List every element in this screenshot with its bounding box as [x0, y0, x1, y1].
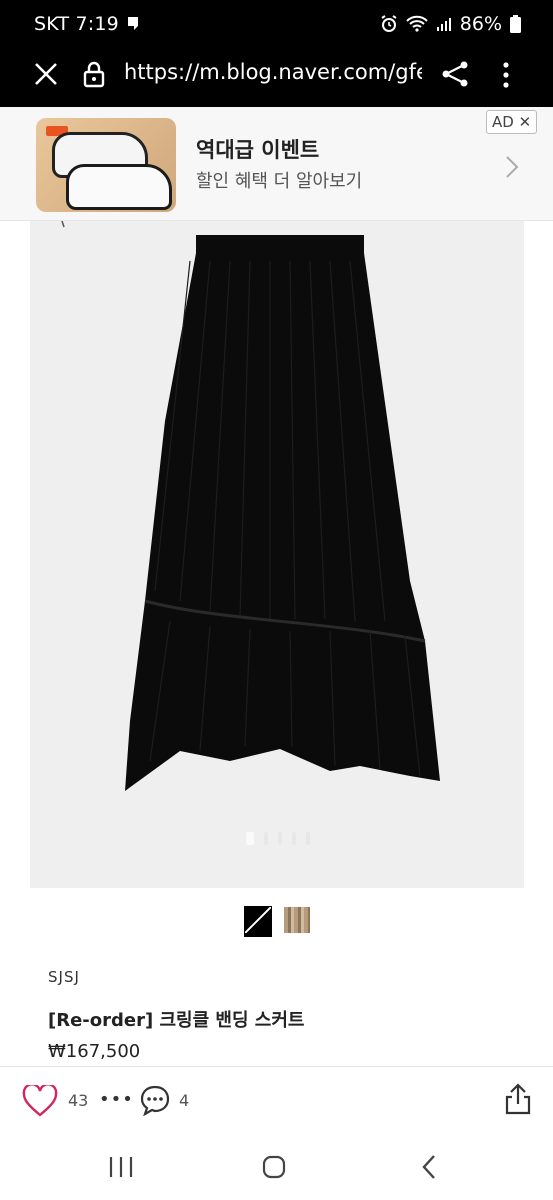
url-field[interactable]: https://m.blog.naver.com/gfe — [124, 60, 422, 84]
carousel-dot — [278, 832, 282, 845]
skirt-image — [61, 221, 440, 791]
notification-icon — [127, 17, 138, 30]
color-swatches — [244, 906, 310, 937]
carousel-dot — [292, 832, 296, 845]
lock-icon[interactable] — [82, 60, 106, 88]
ad-thumbnail — [36, 118, 176, 212]
carousel-dot — [306, 832, 310, 845]
system-nav-bar — [0, 1130, 553, 1200]
carrier-time: SKT 7:19 — [34, 13, 119, 35]
ad-badge-label: AD — [492, 113, 514, 131]
like-count: 43 — [68, 1091, 89, 1110]
carousel-dot — [246, 832, 254, 845]
close-icon[interactable] — [32, 60, 60, 88]
swatch-beige[interactable] — [284, 907, 310, 933]
carousel-dot — [264, 832, 268, 845]
ad-title: 역대급 이벤트 — [196, 138, 320, 162]
more-options-icon[interactable] — [496, 60, 516, 90]
status-bar: SKT 7:19 86% — [0, 0, 553, 48]
heart-icon[interactable] — [22, 1085, 58, 1117]
home-icon[interactable] — [262, 1155, 286, 1179]
product-price: ₩167,500 — [48, 1041, 141, 1062]
status-right: 86% — [380, 13, 521, 35]
status-left: SKT 7:19 — [34, 13, 139, 35]
sneaker-image — [66, 164, 172, 210]
swatch-black[interactable] — [244, 906, 272, 937]
ad-subtitle: 할인 혜택 더 알아보기 — [196, 171, 363, 192]
alarm-icon — [381, 15, 397, 32]
recent-apps-icon[interactable] — [108, 1156, 134, 1178]
browser-toolbar: https://m.blog.naver.com/gfe — [0, 48, 553, 107]
wifi-icon — [406, 15, 428, 32]
chevron-right-icon[interactable] — [503, 153, 521, 181]
carousel-indicator — [246, 832, 310, 845]
signal-icon — [436, 18, 451, 31]
back-icon[interactable] — [420, 1154, 438, 1180]
ad-badge[interactable]: AD ✕ — [486, 110, 538, 134]
ad-close-icon[interactable]: ✕ — [519, 113, 532, 131]
product-image-carousel[interactable] — [30, 221, 524, 888]
product-name[interactable]: [Re-order] 크링클 밴딩 스커트 — [48, 1006, 304, 1032]
comment-icon[interactable] — [139, 1084, 171, 1116]
share-upload-icon[interactable] — [504, 1082, 532, 1116]
battery-icon — [510, 15, 521, 33]
product-brand[interactable]: SJSJ — [48, 968, 80, 986]
ad-banner[interactable]: 역대급 이벤트 할인 혜택 더 알아보기 AD ✕ — [0, 107, 553, 220]
more-reactions-button[interactable]: ••• — [99, 1089, 134, 1110]
battery-percent: 86% — [459, 13, 502, 35]
comment-count: 4 — [179, 1091, 190, 1110]
post-action-bar: 43 ••• 4 — [0, 1066, 553, 1131]
share-icon[interactable] — [440, 60, 470, 88]
